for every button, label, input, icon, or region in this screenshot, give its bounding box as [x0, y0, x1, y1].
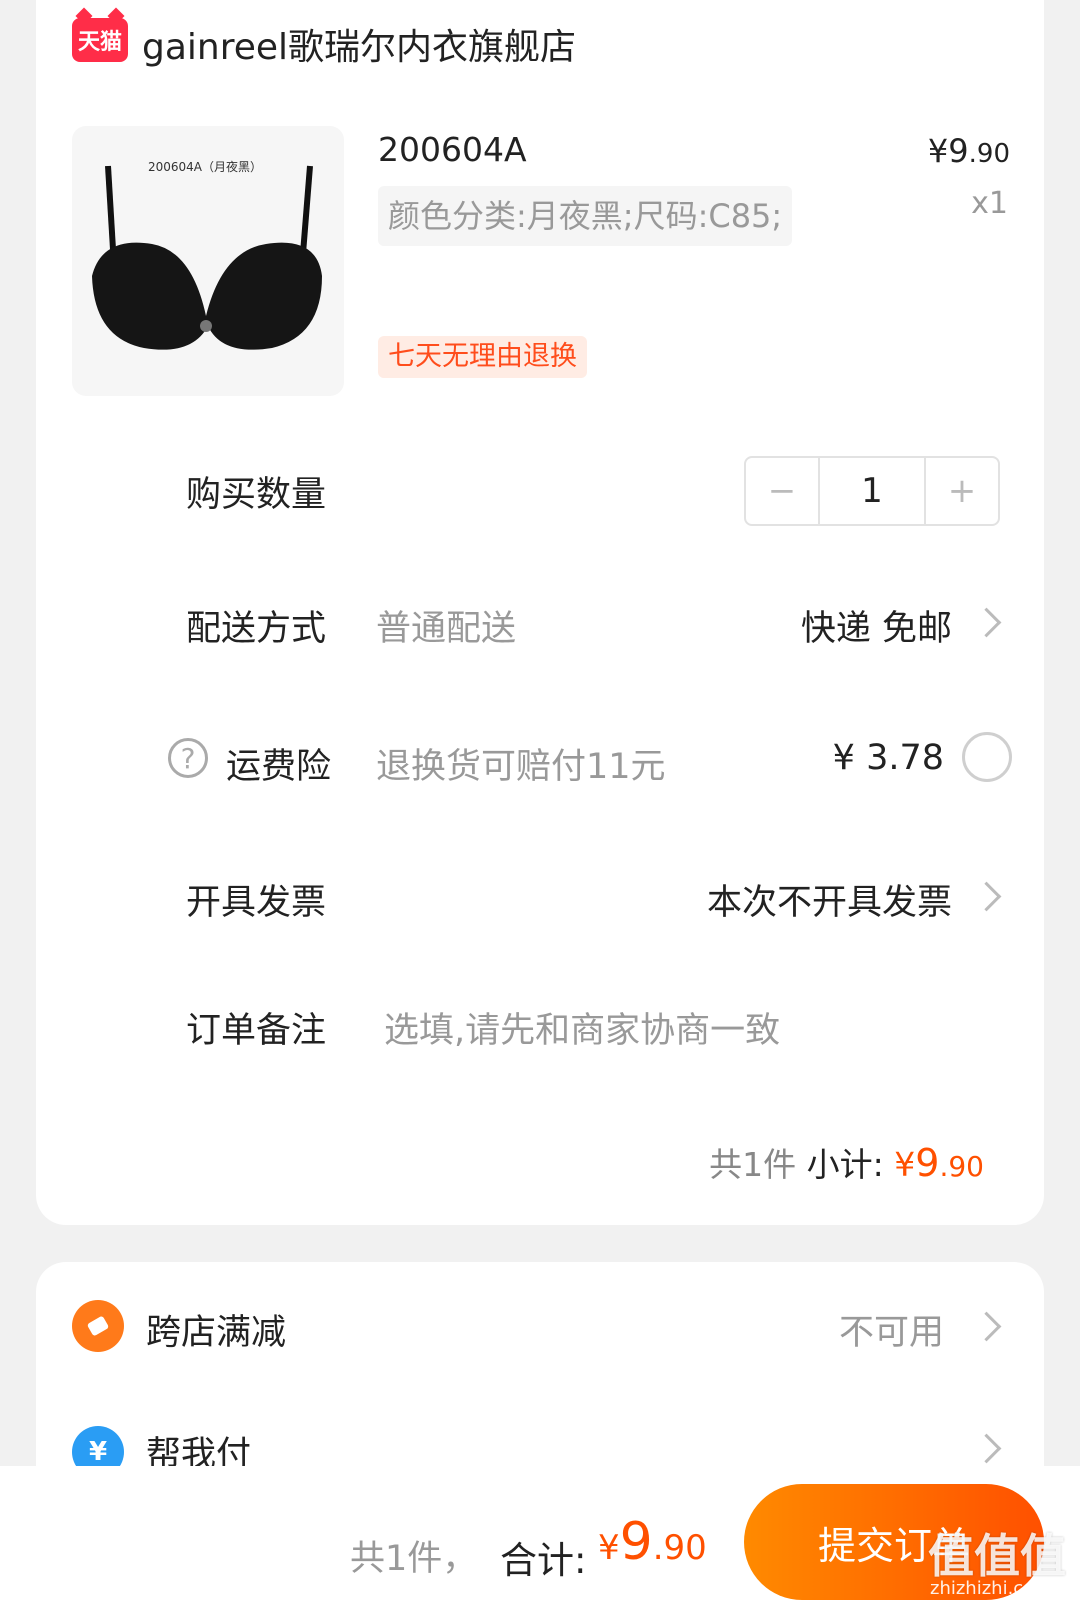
return-policy-badge: 七天无理由退换 — [378, 336, 587, 378]
quantity-label: 购买数量 — [186, 475, 327, 515]
sku-tag[interactable]: 颜色分类:月夜黑;尺码:C85; — [378, 186, 793, 246]
total-count: 共1件， — [350, 1539, 478, 1579]
decrease-button[interactable]: − — [746, 458, 818, 524]
increase-button[interactable]: + — [926, 458, 998, 524]
delivery-hint: 普通配送 — [376, 609, 517, 649]
total-price: ¥9.90 — [598, 1512, 707, 1572]
note-label: 订单备注 — [186, 1011, 327, 1051]
tmall-icon: 天猫 — [72, 18, 128, 62]
product-title[interactable]: 200604A — [378, 130, 527, 169]
insurance-label: 运费险 — [226, 747, 332, 787]
coupon-icon — [72, 1300, 124, 1352]
note-input[interactable]: 选填,请先和商家协商一致 — [384, 1002, 780, 1053]
product-image-caption: 200604A（月夜黑） — [148, 160, 263, 174]
insurance-radio[interactable] — [962, 732, 1012, 782]
cross-store-discount-label: 跨店满减 — [146, 1313, 287, 1353]
insurance-price: ¥ 3.78 — [832, 738, 944, 778]
quantity-stepper: − 1 + — [744, 456, 1000, 526]
subtotal: 共1件 小计: ¥9.90 — [709, 1141, 984, 1185]
store-name[interactable]: gainreel歌瑞尔内衣旗舰店 — [142, 18, 576, 70]
invoice-value[interactable]: 本次不开具发票 — [707, 874, 952, 925]
total-label: 合计: — [500, 1539, 587, 1582]
delivery-label: 配送方式 — [186, 609, 327, 649]
watermark-url: zhizhizhi.com — [930, 1578, 1052, 1599]
watermark-logo: 值值值 — [928, 1529, 1066, 1583]
delivery-value[interactable]: 快递 免邮 — [801, 600, 952, 651]
help-icon[interactable]: ? — [168, 738, 208, 778]
product-image[interactable]: 200604A（月夜黑） — [72, 126, 344, 396]
product-price: ¥9.90 — [927, 132, 1010, 170]
product-quantity: x1 — [971, 186, 1008, 221]
quantity-value[interactable]: 1 — [818, 458, 926, 524]
invoice-label: 开具发票 — [186, 883, 327, 923]
cross-store-discount-value[interactable]: 不可用 — [839, 1304, 944, 1355]
insurance-hint: 退换货可赔付11元 — [376, 747, 666, 787]
